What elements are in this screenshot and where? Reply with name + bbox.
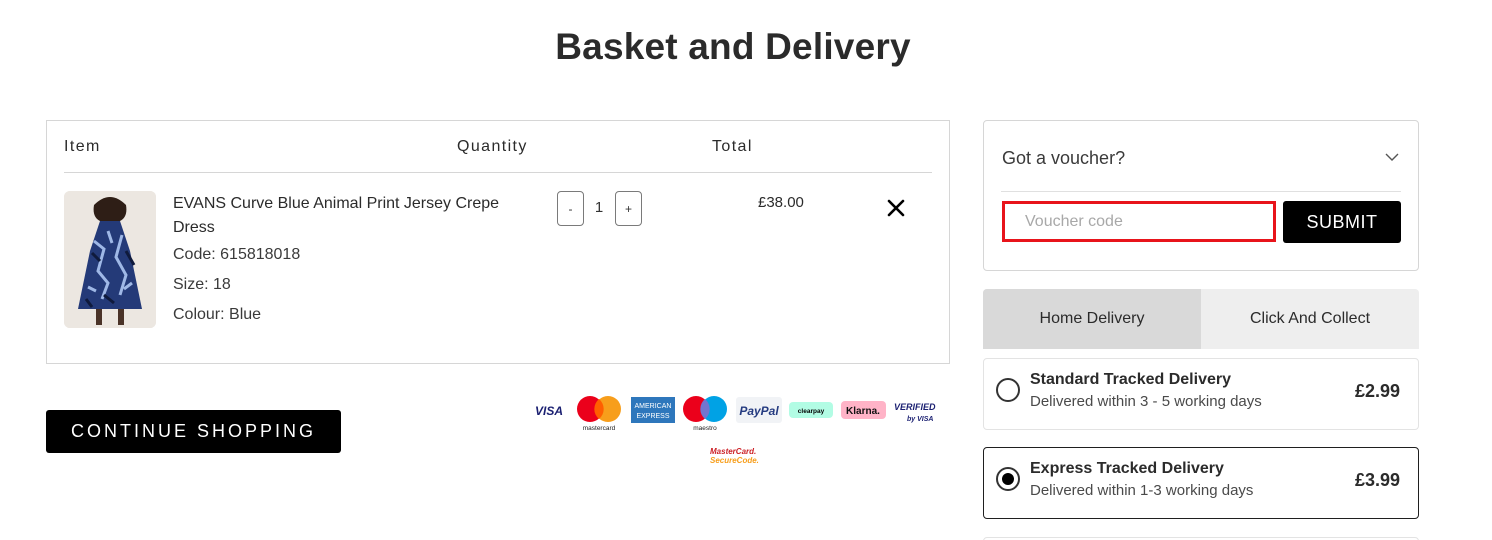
svg-text:mastercard: mastercard bbox=[583, 425, 616, 432]
basket-header: Item Quantity Total bbox=[64, 121, 932, 173]
page-title: Basket and Delivery bbox=[555, 26, 911, 67]
svg-text:SecureCode.: SecureCode. bbox=[710, 456, 759, 465]
header-total: Total bbox=[712, 138, 753, 155]
remove-item-button[interactable] bbox=[885, 197, 907, 219]
svg-text:MasterCard.: MasterCard. bbox=[710, 447, 756, 456]
verified-by-visa-icon: VERIFIED by VISA bbox=[894, 402, 936, 423]
line-total: £38.00 bbox=[758, 194, 804, 211]
radio-express[interactable] bbox=[996, 467, 1020, 491]
svg-text:PayPal: PayPal bbox=[739, 404, 779, 418]
delivery-option-express[interactable]: Express Tracked Delivery Delivered withi… bbox=[983, 447, 1419, 519]
svg-text:EXPRESS: EXPRESS bbox=[636, 413, 669, 420]
maestro-icon: maestro bbox=[683, 396, 727, 432]
option-description: Delivered within 3 - 5 working days bbox=[1030, 393, 1262, 410]
header-quantity: Quantity bbox=[457, 138, 528, 155]
svg-text:clearpay: clearpay bbox=[798, 408, 825, 415]
payment-methods: VISA mastercard AMERICAN EXPRESS maestro… bbox=[530, 394, 944, 468]
svg-text:VISA: VISA bbox=[535, 404, 563, 418]
option-price: £2.99 bbox=[1354, 381, 1400, 401]
voucher-code-input[interactable] bbox=[1002, 201, 1276, 242]
visa-icon: VISA bbox=[535, 404, 563, 418]
header-item: Item bbox=[64, 138, 101, 155]
tab-click-and-collect[interactable]: Click And Collect bbox=[1201, 289, 1419, 349]
tab-home-delivery[interactable]: Home Delivery bbox=[983, 289, 1201, 349]
basket-table: Item Quantity Total EVANS Curve Blue Ani… bbox=[46, 120, 950, 364]
svg-text:maestro: maestro bbox=[693, 425, 717, 432]
product-image[interactable] bbox=[64, 191, 156, 328]
svg-text:by VISA: by VISA bbox=[907, 416, 933, 423]
amex-icon: AMERICAN EXPRESS bbox=[631, 397, 675, 423]
product-size: Size: 18 bbox=[173, 276, 231, 293]
voucher-divider bbox=[1001, 191, 1401, 192]
svg-text:Klarna.: Klarna. bbox=[846, 406, 880, 417]
svg-text:AMERICAN: AMERICAN bbox=[635, 403, 672, 410]
delivery-option-standard[interactable]: Standard Tracked Delivery Delivered with… bbox=[983, 358, 1419, 430]
chevron-down-icon[interactable] bbox=[1384, 149, 1400, 165]
option-name: Express Tracked Delivery bbox=[1030, 460, 1224, 477]
svg-text:VERIFIED: VERIFIED bbox=[894, 402, 936, 412]
paypal-icon: PayPal bbox=[736, 397, 782, 423]
option-description: Delivered within 1-3 working days bbox=[1030, 482, 1254, 499]
delivery-tabs: Home Delivery Click And Collect bbox=[983, 289, 1419, 349]
voucher-panel: Got a voucher? SUBMIT bbox=[983, 120, 1419, 271]
option-name: Standard Tracked Delivery bbox=[1030, 371, 1231, 388]
voucher-submit-button[interactable]: SUBMIT bbox=[1283, 201, 1401, 243]
product-name[interactable]: EVANS Curve Blue Animal Print Jersey Cre… bbox=[173, 192, 503, 240]
continue-shopping-button[interactable]: CONTINUE SHOPPING bbox=[46, 410, 341, 453]
quantity-value: 1 bbox=[594, 199, 604, 216]
mastercard-securecode-icon: MasterCard. SecureCode. bbox=[710, 447, 759, 465]
clearpay-icon: clearpay bbox=[789, 402, 833, 418]
product-code: Code: 615818018 bbox=[173, 246, 301, 263]
close-icon bbox=[887, 199, 905, 217]
mastercard-icon: mastercard bbox=[577, 396, 621, 432]
quantity-increase-button[interactable]: + bbox=[615, 191, 642, 226]
voucher-toggle[interactable]: Got a voucher? bbox=[1002, 148, 1125, 169]
quantity-decrease-button[interactable]: - bbox=[557, 191, 584, 226]
option-price: £3.99 bbox=[1354, 470, 1400, 490]
product-colour: Colour: Blue bbox=[173, 306, 262, 323]
klarna-icon: Klarna. bbox=[841, 401, 886, 419]
radio-standard[interactable] bbox=[996, 378, 1020, 402]
